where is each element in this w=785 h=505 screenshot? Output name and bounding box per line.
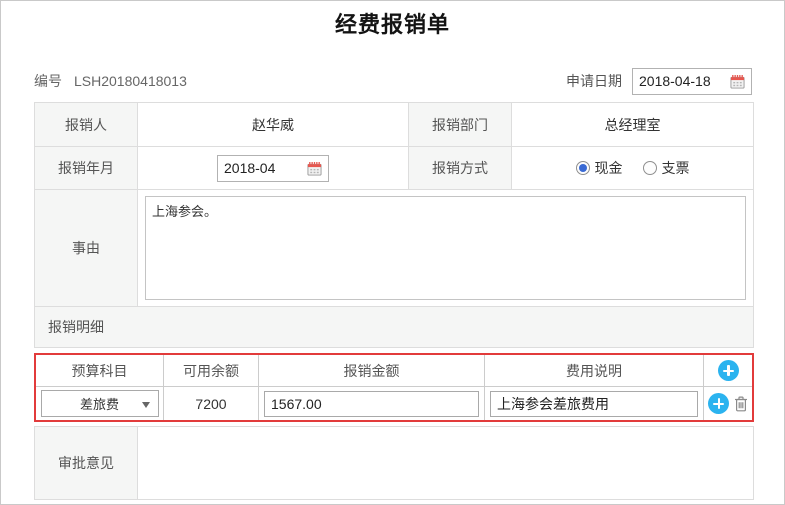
detail-section-row: 报销明细 (35, 307, 753, 347)
month-input[interactable]: 2018-04 (217, 154, 329, 182)
budget-subject-cell: 差旅费 (36, 387, 164, 420)
page-title: 经费报销单 (334, 12, 450, 37)
number-group: 编号 LSH20180418013 (34, 71, 187, 91)
chevron-down-icon (141, 402, 150, 408)
apply-date-input[interactable]: 2018-04-18 (632, 67, 752, 95)
add-row-inline-button[interactable] (708, 393, 729, 414)
add-row-button[interactable] (717, 360, 739, 381)
radio-label-cash: 现金 (594, 160, 623, 176)
month-value: 2018-04 (224, 160, 276, 176)
apply-date-value: 2018-04-18 (639, 73, 711, 89)
form-row-month-method: 报销年月 2018-04 报销方式 现金 支票 (35, 147, 753, 190)
person-value: 赵华威 (138, 103, 409, 146)
reason-textarea[interactable]: 上海参会。 (145, 196, 746, 300)
radio-label-cheque: 支票 (661, 160, 690, 176)
budget-subject-value: 差旅费 (79, 397, 119, 412)
apply-date-group: 申请日期 2018-04-18 (566, 67, 752, 95)
header-actions-cell (704, 355, 752, 386)
description-input[interactable] (490, 390, 698, 417)
method-label: 报销方式 (409, 147, 512, 189)
detail-data-row: 差旅费 7200 (36, 387, 752, 420)
approval-label: 审批意见 (35, 427, 138, 499)
col-header-amount: 报销金额 (259, 355, 485, 386)
plus-icon (718, 360, 739, 381)
col-header-description: 费用说明 (485, 355, 704, 386)
radio-option-cash[interactable]: 现金 (575, 158, 623, 178)
plus-icon (708, 393, 729, 414)
person-label: 报销人 (35, 103, 138, 146)
dept-label: 报销部门 (409, 103, 512, 146)
reason-label: 事由 (35, 190, 138, 306)
detail-header-row: 预算科目 可用余额 报销金额 费用说明 (36, 355, 752, 387)
calendar-icon (307, 161, 322, 176)
approval-section: 审批意见 (34, 426, 754, 500)
description-cell (485, 387, 704, 420)
budget-subject-select[interactable]: 差旅费 (40, 390, 159, 417)
number-value: LSH20180418013 (74, 73, 187, 89)
radio-button-cash[interactable] (575, 161, 590, 175)
meta-row: 编号 LSH20180418013 申请日期 2018-04-18 (34, 67, 752, 95)
amount-input[interactable] (264, 390, 479, 417)
calendar-icon (730, 74, 745, 89)
col-header-available-balance: 可用余额 (164, 355, 259, 386)
delete-row-button[interactable] (734, 396, 748, 412)
month-cell: 2018-04 (138, 147, 409, 189)
form-row-reason: 事由 上海参会。 (35, 190, 753, 307)
reason-cell: 上海参会。 (138, 190, 753, 306)
amount-cell (259, 387, 485, 420)
apply-date-label: 申请日期 (566, 73, 622, 89)
approval-content[interactable] (138, 427, 753, 499)
available-balance-value: 7200 (164, 387, 259, 420)
number-label: 编号 (34, 73, 62, 89)
dept-value: 总经理室 (604, 116, 661, 133)
expense-form-page: 经费报销单 编号 LSH20180418013 申请日期 2018-04-18 (0, 0, 785, 505)
radio-button-cheque[interactable] (642, 161, 657, 175)
detail-table: 预算科目 可用余额 报销金额 费用说明 差旅费 7200 (34, 353, 754, 422)
form-field-grid: 报销人 赵华威 报销部门 总经理室 报销年月 2018-04 报销方式 现金 支… (34, 102, 754, 348)
row-actions-cell (704, 387, 752, 420)
form-row-person-dept: 报销人 赵华威 报销部门 总经理室 (35, 103, 753, 147)
method-cell: 现金 支票 (512, 147, 753, 189)
month-label: 报销年月 (35, 147, 138, 189)
trash-icon (735, 396, 747, 411)
method-radio-group: 现金 支票 (575, 158, 690, 178)
col-header-budget-subject: 预算科目 (36, 355, 164, 386)
detail-section-label: 报销明细 (35, 307, 753, 347)
radio-option-cheque[interactable]: 支票 (642, 158, 690, 178)
